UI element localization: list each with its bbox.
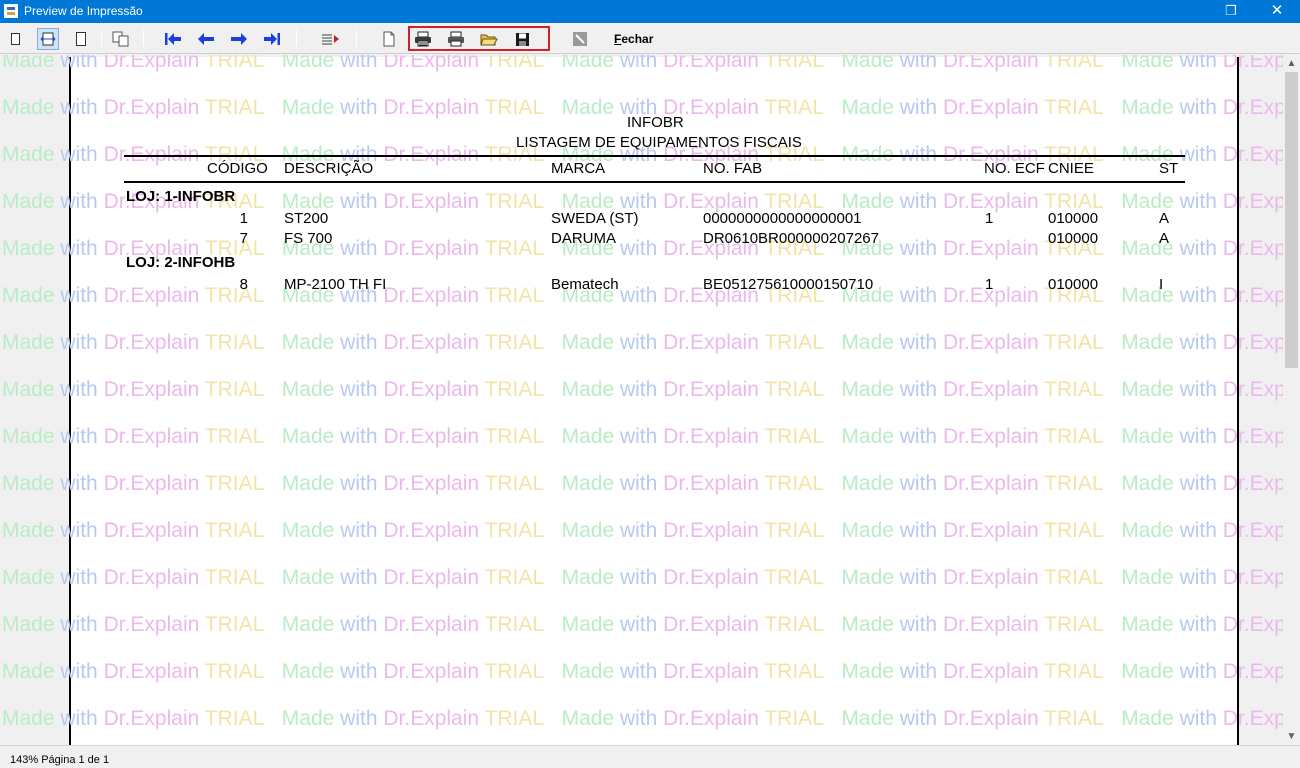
report-subtitle: LISTAGEM DE EQUIPAMENTOS FISCAIS (516, 134, 802, 151)
vertical-scrollbar[interactable]: ▲ ▼ (1283, 55, 1300, 745)
cell-nofab: 0000000000000000001 (703, 210, 862, 227)
scroll-up-icon[interactable]: ▲ (1283, 55, 1300, 72)
header-noecf: NO. ECF (984, 160, 1045, 177)
group-label: LOJ: 2-INFOHB (126, 254, 236, 271)
cell-codigo: 1 (239, 210, 248, 227)
cell-nofab: BE051275610000150710 (703, 276, 874, 293)
header-top-rule (124, 155, 1185, 157)
cell-cniee: 010000 (1048, 230, 1099, 247)
cell-nofab: DR0610BR000000207267 (703, 230, 879, 247)
cell-st: A (1159, 210, 1170, 227)
header-descricao: DESCRIÇÃO (284, 160, 374, 177)
header-codigo: CÓDIGO (207, 160, 268, 177)
cell-descricao: MP-2100 TH FI (284, 276, 387, 293)
report-title: INFOBR (627, 114, 684, 131)
scroll-thumb[interactable] (1285, 72, 1298, 368)
cell-marca: Bematech (551, 276, 619, 293)
cell-marca: SWEDA (ST) (551, 210, 639, 227)
header-bottom-rule (124, 181, 1185, 183)
header-nofab: NO. FAB (703, 160, 763, 177)
cell-noecf: 1 (985, 210, 994, 227)
scroll-down-icon[interactable]: ▼ (1283, 728, 1300, 745)
group-label: LOJ: 1-INFOBR (126, 188, 236, 205)
header-cniee: CNIEE (1048, 160, 1094, 177)
cell-descricao: ST200 (284, 210, 329, 227)
cell-cniee: 010000 (1048, 276, 1099, 293)
cell-codigo: 8 (239, 276, 248, 293)
cell-st: A (1159, 230, 1170, 247)
cell-marca: DARUMA (551, 230, 617, 247)
cell-cniee: 010000 (1048, 210, 1099, 227)
cell-descricao: FS 700 (284, 230, 333, 247)
status-bar: 143% Página 1 de 1 (0, 745, 1300, 768)
header-st: ST (1159, 160, 1179, 177)
report-content: INFOBR LISTAGEM DE EQUIPAMENTOS FISCAIS … (0, 0, 1300, 768)
cell-noecf: 1 (985, 276, 994, 293)
header-marca: MARCA (551, 160, 606, 177)
cell-codigo: 7 (239, 230, 248, 247)
status-text: 143% Página 1 de 1 (10, 754, 110, 766)
cell-st: I (1159, 276, 1164, 293)
